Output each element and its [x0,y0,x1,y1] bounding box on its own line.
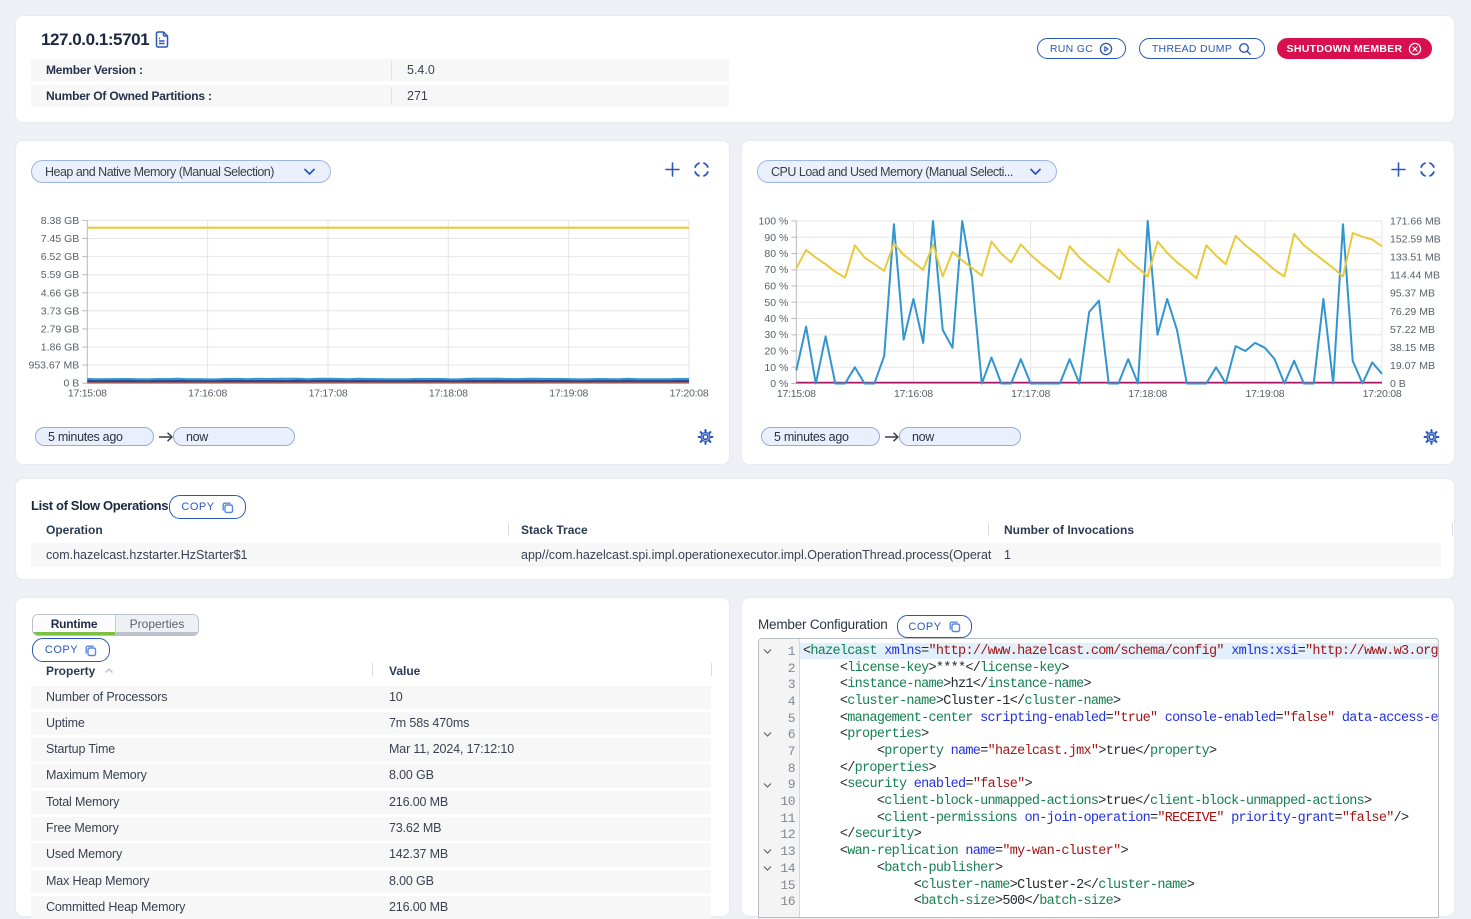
svg-text:17:20:08: 17:20:08 [1363,388,1402,400]
svg-text:95.37 MB: 95.37 MB [1390,288,1435,300]
svg-text:17:17:08: 17:17:08 [1011,388,1050,400]
svg-text:1.86 GB: 1.86 GB [41,342,80,354]
svg-text:17:16:08: 17:16:08 [894,388,933,400]
svg-text:17:18:08: 17:18:08 [1128,388,1167,400]
svg-text:76.29 MB: 76.29 MB [1390,306,1435,318]
svg-text:7.45 GB: 7.45 GB [41,233,80,245]
svg-text:171.66 MB: 171.66 MB [1390,216,1441,228]
svg-text:70 %: 70 % [764,264,788,276]
svg-text:114.44 MB: 114.44 MB [1390,270,1440,282]
svg-text:17:19:08: 17:19:08 [1245,388,1284,400]
svg-text:133.51 MB: 133.51 MB [1390,252,1441,264]
svg-text:19.07 MB: 19.07 MB [1390,360,1435,372]
svg-text:17:19:08: 17:19:08 [549,388,588,400]
svg-text:100 %: 100 % [759,216,789,228]
svg-text:90 %: 90 % [764,232,788,244]
svg-text:50 %: 50 % [764,297,788,309]
svg-text:38.15 MB: 38.15 MB [1390,342,1435,354]
svg-text:10 %: 10 % [764,362,788,374]
svg-text:40 %: 40 % [764,313,788,325]
svg-text:17:18:08: 17:18:08 [429,388,468,400]
svg-text:17:17:08: 17:17:08 [309,388,348,400]
svg-text:17:16:08: 17:16:08 [188,388,227,400]
svg-text:17:15:08: 17:15:08 [68,388,107,400]
svg-text:57.22 MB: 57.22 MB [1390,324,1435,336]
svg-text:80 %: 80 % [764,248,788,260]
svg-text:20 %: 20 % [764,346,788,358]
svg-text:953.67 MB: 953.67 MB [29,360,80,372]
svg-text:17:15:08: 17:15:08 [777,388,816,400]
svg-text:30 %: 30 % [764,329,788,341]
svg-text:17:20:08: 17:20:08 [670,388,709,400]
svg-text:2.79 GB: 2.79 GB [41,323,80,335]
svg-text:152.59 MB: 152.59 MB [1390,234,1441,246]
svg-text:4.66 GB: 4.66 GB [41,287,80,299]
svg-text:8.38 GB: 8.38 GB [41,215,80,227]
svg-text:3.73 GB: 3.73 GB [41,305,80,317]
svg-text:6.52 GB: 6.52 GB [41,251,80,263]
svg-text:5.59 GB: 5.59 GB [41,269,80,281]
svg-text:60 %: 60 % [764,281,788,293]
